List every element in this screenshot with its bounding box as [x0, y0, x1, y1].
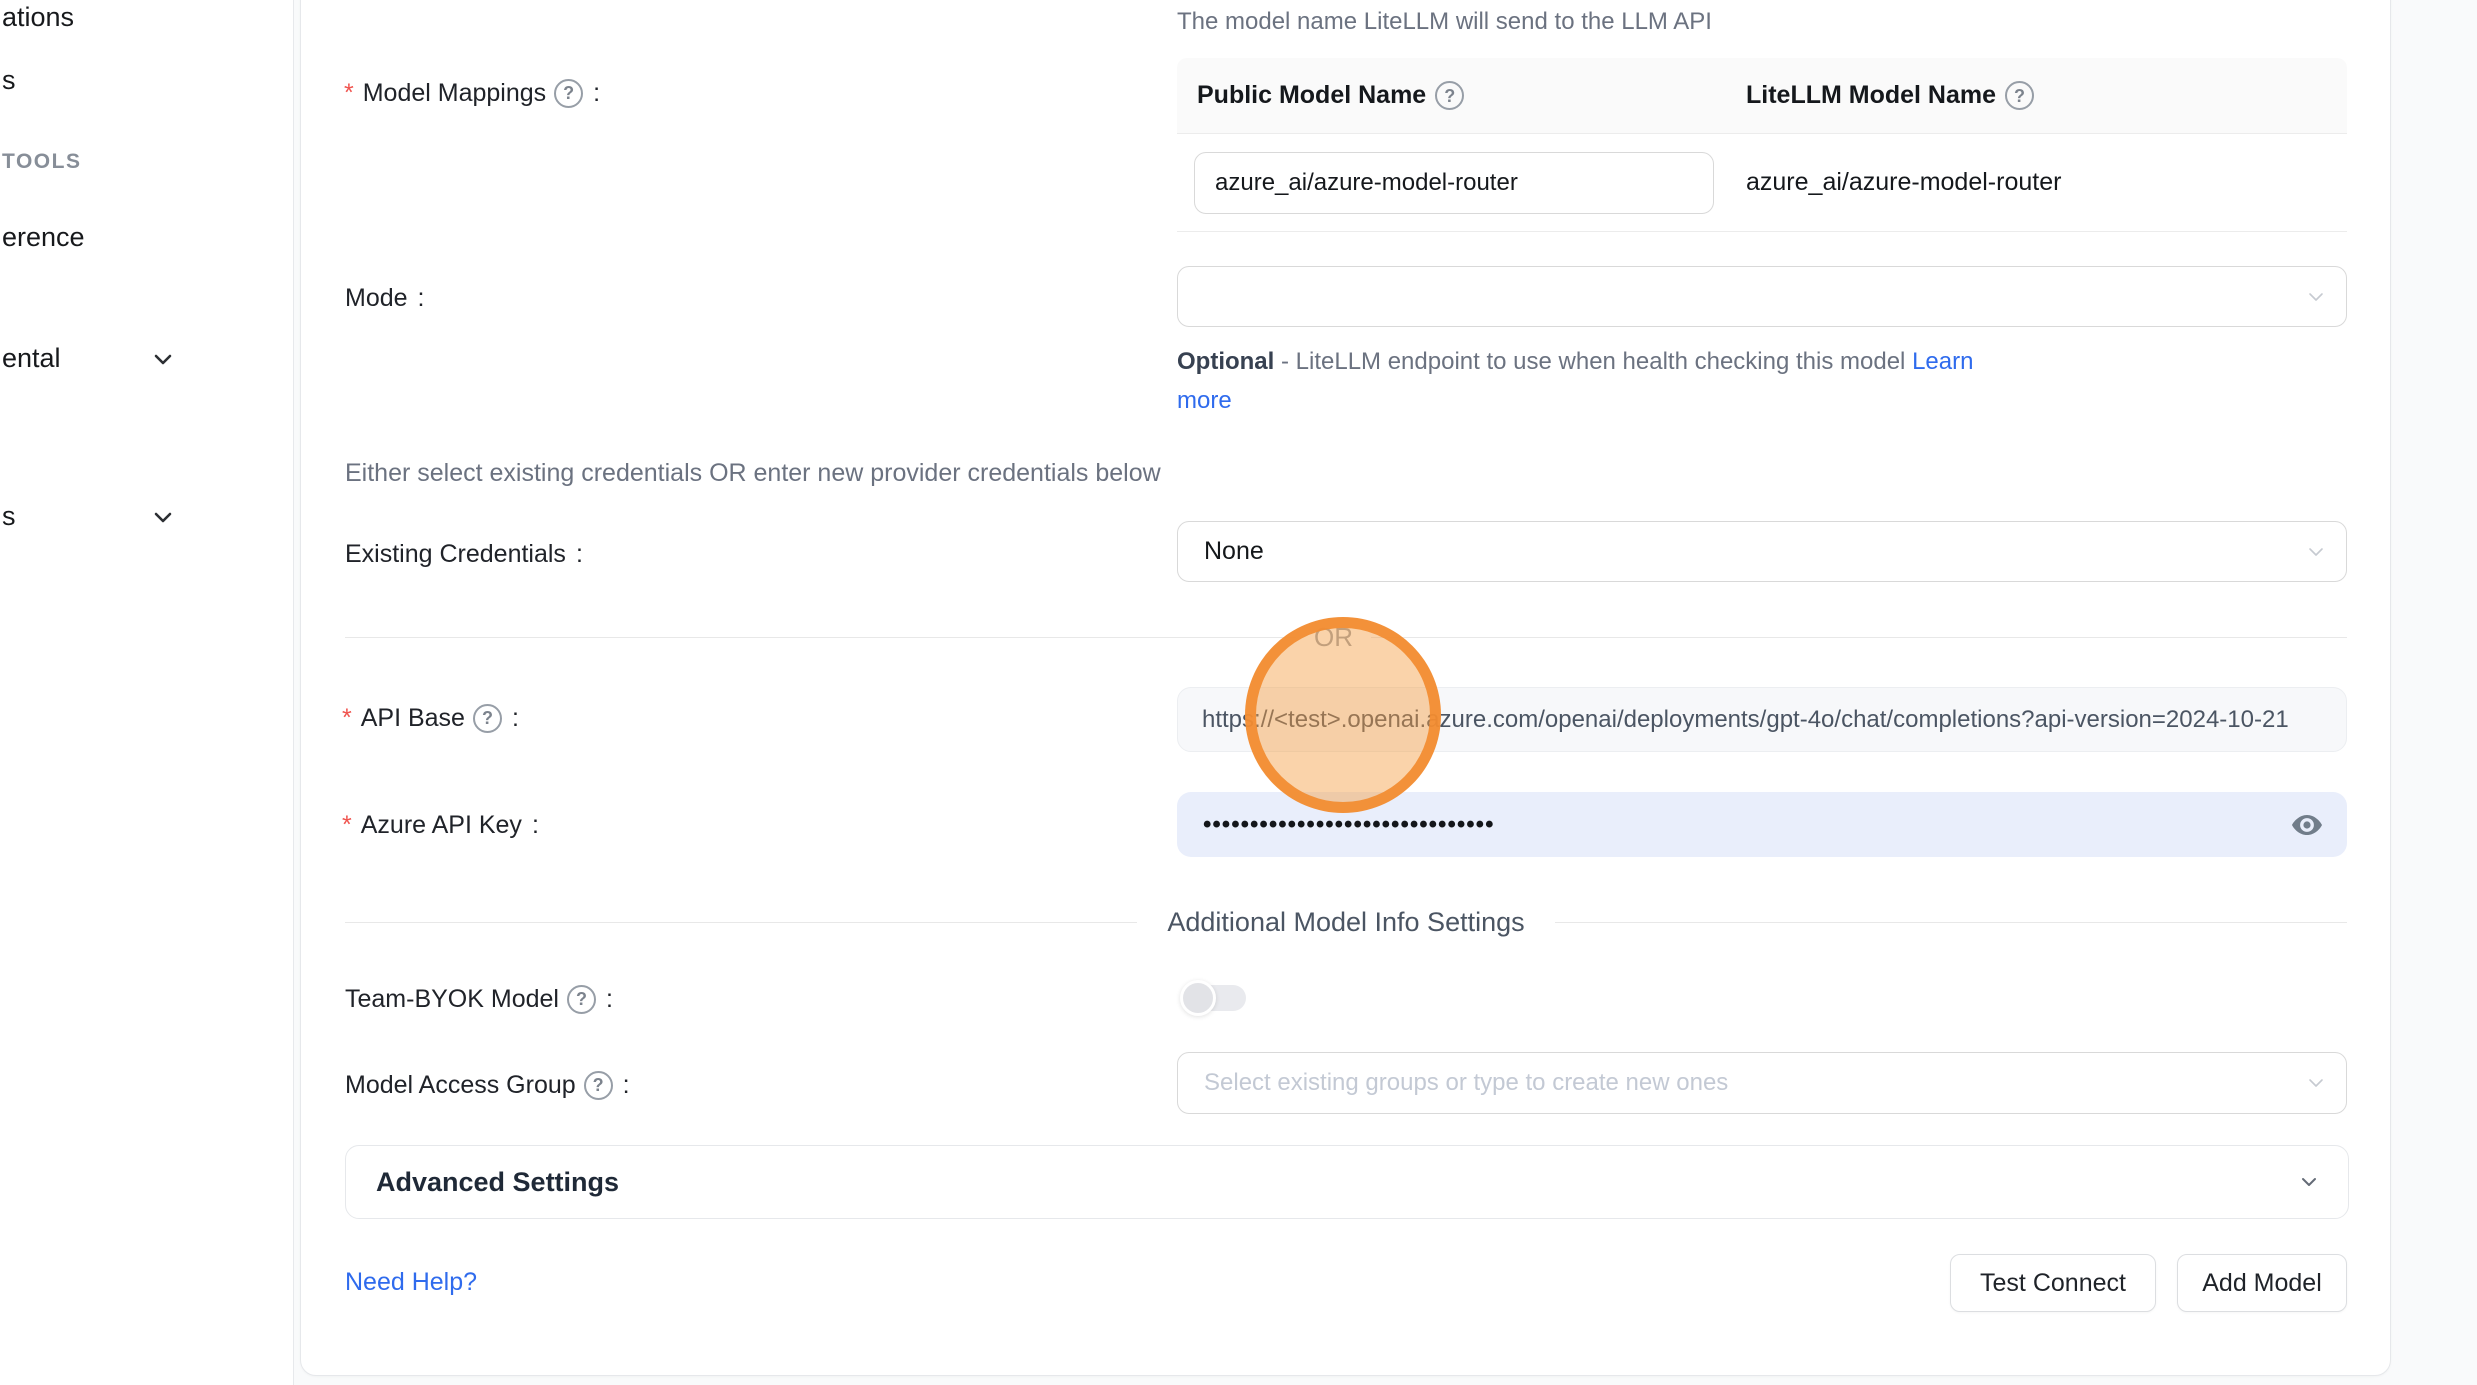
existing-credentials-select[interactable]: None	[1177, 521, 2347, 582]
masked-api-key-value: •••••••••••••••••••••••••••••••	[1203, 811, 1494, 839]
team-byok-toggle[interactable]	[1180, 980, 1246, 1016]
model-mappings-table: Public Model Name ? LiteLLM Model Name ?…	[1177, 58, 2347, 232]
divider-line	[1555, 922, 2347, 923]
help-icon[interactable]: ?	[473, 704, 502, 733]
chevron-down-icon[interactable]	[152, 506, 174, 528]
public-model-name-input[interactable]: azure_ai/azure-model-router	[1194, 152, 1714, 214]
existing-credentials-value: None	[1204, 537, 1264, 566]
sidebar-item-label: s	[2, 65, 16, 96]
optional-label: Optional	[1177, 348, 1274, 375]
model-access-group-placeholder: Select existing groups or type to create…	[1204, 1069, 1728, 1097]
optional-text: - LiteLLM endpoint to use when health ch…	[1274, 348, 1912, 375]
need-help-link[interactable]: Need Help?	[345, 1268, 477, 1297]
azure-api-key-input[interactable]: •••••••••••••••••••••••••••••••	[1177, 792, 2347, 857]
divider-line	[345, 922, 1137, 923]
help-icon[interactable]: ?	[1435, 81, 1464, 110]
required-asterisk: *	[342, 704, 352, 733]
mode-select[interactable]	[1177, 266, 2347, 327]
team-byok-label: Team-BYOK Model ?	[345, 982, 613, 1016]
chevron-down-icon	[2306, 542, 2326, 562]
table-row: azure_ai/azure-model-router azure_ai/azu…	[1177, 134, 2347, 232]
mode-optional-hint: Optional - LiteLLM endpoint to use when …	[1177, 342, 1989, 420]
chevron-down-icon	[2306, 1073, 2326, 1093]
additional-settings-divider: Additional Model Info Settings	[345, 906, 2347, 938]
help-icon[interactable]: ?	[567, 985, 596, 1014]
eye-icon[interactable]	[2289, 807, 2325, 843]
sidebar-item-settings[interactable]: s	[2, 499, 16, 533]
help-icon[interactable]: ?	[2005, 81, 2034, 110]
table-header-row: Public Model Name ? LiteLLM Model Name ?	[1177, 58, 2347, 134]
column-header-litellm-model-name: LiteLLM Model Name ?	[1743, 81, 2347, 110]
public-model-name-value: azure_ai/azure-model-router	[1215, 169, 1518, 197]
sidebar-item-label: ental	[2, 343, 61, 374]
api-base-label: * API Base ?	[342, 701, 519, 735]
label-text: Mode	[345, 284, 408, 313]
help-icon[interactable]: ?	[554, 79, 583, 108]
toggle-knob	[1180, 980, 1216, 1016]
sidebar-item-organizations[interactable]: ations	[2, 0, 74, 34]
label-text: Model Mappings	[363, 79, 546, 108]
existing-credentials-label: Existing Credentials	[345, 537, 583, 571]
api-base-input[interactable]: https://<test>.openai.azure.com/openai/d…	[1177, 687, 2347, 752]
column-header-label: LiteLLM Model Name	[1746, 81, 1996, 110]
label-text: API Base	[361, 704, 465, 733]
model-access-group-select[interactable]: Select existing groups or type to create…	[1177, 1052, 2347, 1114]
column-header-label: Public Model Name	[1197, 81, 1426, 110]
credentials-note: Either select existing credentials OR en…	[345, 459, 1161, 488]
label-text: Existing Credentials	[345, 540, 566, 569]
chevron-down-icon	[2298, 1171, 2320, 1193]
or-divider-label: OR	[1296, 622, 1371, 653]
litellm-model-name-value: azure_ai/azure-model-router	[1746, 168, 2061, 196]
sidebar-item[interactable]: s	[2, 63, 16, 97]
sidebar-item-inference[interactable]: erence	[2, 220, 85, 254]
model-access-group-label: Model Access Group ?	[345, 1068, 630, 1102]
sidebar-section-label: TOOLS	[2, 150, 81, 174]
divider-label: Additional Model Info Settings	[1167, 907, 1524, 938]
required-asterisk: *	[344, 79, 354, 108]
advanced-settings-panel[interactable]: Advanced Settings	[345, 1145, 2349, 1219]
advanced-settings-title: Advanced Settings	[376, 1167, 619, 1198]
column-header-public-model-name: Public Model Name ?	[1177, 81, 1743, 110]
model-name-hint: The model name LiteLLM will send to the …	[1177, 8, 1712, 36]
public-model-name-cell: azure_ai/azure-model-router	[1177, 152, 1743, 214]
label-text: Team-BYOK Model	[345, 985, 559, 1014]
sidebar-item-label: erence	[2, 222, 85, 253]
chevron-down-icon[interactable]	[152, 348, 174, 370]
litellm-model-name-cell: azure_ai/azure-model-router	[1743, 168, 2347, 197]
test-connect-button[interactable]: Test Connect	[1950, 1254, 2156, 1312]
sidebar-item-experimental[interactable]: ental	[2, 341, 61, 375]
sidebar: ations s TOOLS erence ental s	[0, 0, 294, 1385]
label-text: Azure API Key	[361, 811, 522, 840]
chevron-down-icon	[2306, 287, 2326, 307]
help-icon[interactable]: ?	[584, 1071, 613, 1100]
sidebar-item-label: s	[2, 501, 16, 532]
label-text: Model Access Group	[345, 1071, 576, 1100]
mode-label: Mode	[345, 281, 425, 315]
model-mappings-label: * Model Mappings ?	[344, 76, 600, 110]
azure-api-key-label: * Azure API Key	[342, 808, 539, 842]
add-model-form-page: ations s TOOLS erence ental s The model …	[0, 0, 2477, 1385]
sidebar-section-tools: TOOLS	[2, 145, 81, 179]
sidebar-item-label: ations	[2, 2, 74, 33]
api-base-value: https://<test>.openai.azure.com/openai/d…	[1202, 706, 2289, 734]
required-asterisk: *	[342, 811, 352, 840]
add-model-button[interactable]: Add Model	[2177, 1254, 2347, 1312]
